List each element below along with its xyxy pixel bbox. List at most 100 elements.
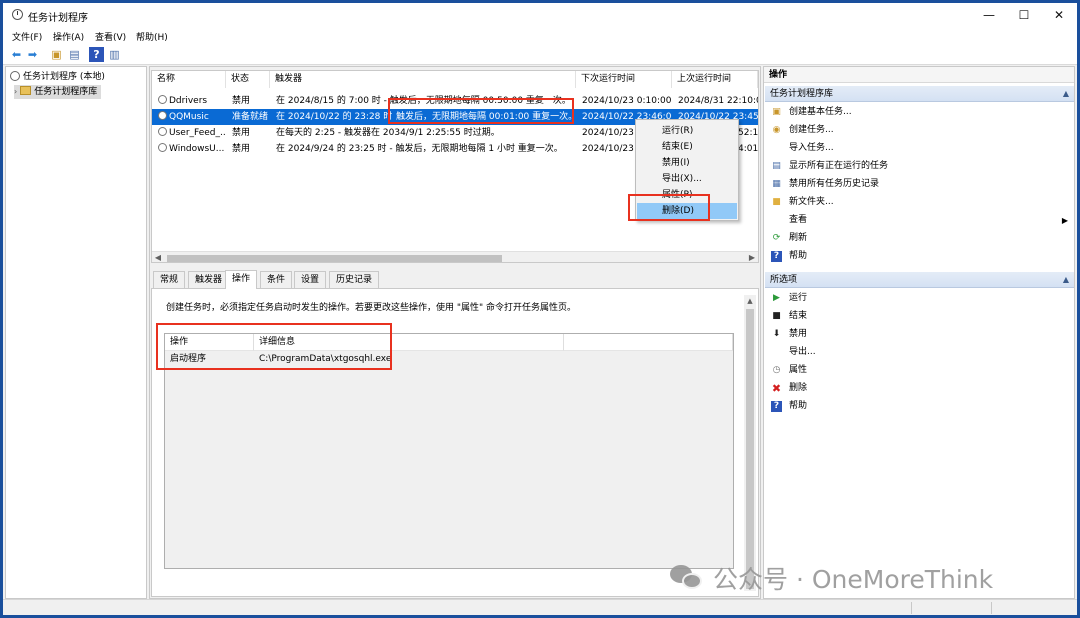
menu-item-properties[interactable]: 属性(P) (637, 187, 737, 203)
menu-item-end[interactable]: 结束(E) (637, 139, 737, 155)
action-import-task[interactable]: 导入任务... (764, 140, 1074, 157)
actions-pane: 操作 任务计划程序库 ▲ ▣ 创建基本任务... ◉ 创建任务... 导入任务...… (763, 66, 1075, 599)
task-details: 常规 触发器 操作 条件 设置 历史记录 创建任务时，必须指定任务启动时发生的操… (151, 270, 759, 597)
task-next-run: 2024/10/23 (582, 144, 634, 154)
action-label: 刷新 (789, 233, 808, 243)
maximize-button[interactable]: ☐ (1007, 3, 1041, 27)
task-trigger-tail: 触发后，无限期地每隔 00:01:00 重复一次。 (396, 112, 576, 122)
task-next-run: 2024/10/23 (582, 128, 634, 138)
tab-conditions[interactable]: 条件 (260, 271, 293, 288)
watermark: 公众号 · OneMoreThink (669, 560, 993, 596)
menu-item-delete[interactable]: 删除(D) (637, 203, 737, 219)
task-trigger: 在 2024/9/24 的 23:25 时 - 触发后，无限期地每隔 1 小时 … (276, 144, 563, 154)
forward-icon[interactable]: ➡ (25, 47, 40, 62)
menu-file[interactable]: 文件(F) (12, 30, 42, 43)
play-icon: ▶ (773, 293, 780, 303)
folder-up-icon[interactable]: ▣ (49, 47, 64, 62)
section-selected[interactable]: 所选项 ▲ (765, 272, 1074, 288)
console-tree-icon[interactable]: ▤ (67, 47, 82, 62)
scroll-right-icon[interactable]: ▶ (746, 252, 758, 262)
minimize-button[interactable]: — (972, 3, 1006, 27)
section-library[interactable]: 任务计划程序库 ▲ (765, 86, 1074, 102)
console-tree: 任务计划程序 (本地) › 任务计划程序库 (5, 66, 147, 599)
col-header-trigger[interactable]: 触发器 (270, 71, 576, 88)
action-label: 显示所有正在运行的任务 (789, 161, 889, 171)
folder-icon (20, 86, 32, 95)
action-label: 创建任务... (789, 125, 834, 135)
task-trigger: 在 2024/10/22 的 23:28 时 (276, 112, 392, 122)
action-label: 删除 (789, 383, 808, 393)
task-name: WindowsU... (169, 144, 225, 154)
action-end[interactable]: ■ 结束 (764, 308, 1074, 325)
scroll-up-icon[interactable]: ▲ (744, 295, 756, 307)
task-last-run: 2024/8/31 22:10:00 (678, 96, 758, 106)
task-status: 禁用 (232, 128, 251, 138)
action-disable[interactable]: ⬇ 禁用 (764, 326, 1074, 343)
action-row[interactable]: 启动程序 C:\ProgramData\xtgosqhl.exe (165, 352, 733, 367)
action-label: 新文件夹... (789, 197, 834, 207)
action-run[interactable]: ▶ 运行 (764, 290, 1074, 307)
help-icon[interactable]: ? (89, 47, 104, 62)
task-name: QQMusic (169, 112, 209, 122)
tab-settings[interactable]: 设置 (294, 271, 327, 288)
menu-item-export[interactable]: 导出(X)... (637, 171, 737, 187)
collapse-icon[interactable]: ▲ (1063, 272, 1069, 288)
task-status: 禁用 (232, 144, 251, 154)
action-label: 运行 (789, 293, 808, 303)
action-label: 属性 (789, 365, 808, 375)
action-help-selected[interactable]: ? 帮助 (764, 398, 1074, 415)
col-header-next-run[interactable]: 下次运行时间 (576, 71, 672, 88)
scroll-left-icon[interactable]: ◀ (152, 252, 164, 262)
collapse-icon[interactable]: ▲ (1063, 86, 1069, 102)
horizontal-scrollbar[interactable]: ◀ ▶ (152, 251, 758, 262)
task-name-cell: WindowsU... (154, 141, 226, 157)
action-properties[interactable]: ◷ 属性 (764, 362, 1074, 379)
vertical-scrollbar[interactable]: ▲ (744, 295, 756, 591)
pane-icon[interactable]: ▥ (107, 47, 122, 62)
back-icon[interactable]: ⬅ (9, 47, 24, 62)
action-refresh[interactable]: ⟳ 刷新 (764, 230, 1074, 247)
col-header-action[interactable]: 操作 (165, 334, 254, 351)
chevron-right-icon[interactable]: › (14, 87, 17, 96)
col-header-name[interactable]: 名称 (152, 71, 226, 88)
action-view[interactable]: 查看 ▶ (764, 212, 1074, 229)
task-status: 禁用 (232, 96, 251, 106)
task-status: 准备就绪 (232, 112, 269, 122)
menu-item-disable[interactable]: 禁用(I) (637, 155, 737, 171)
task-clock-icon (158, 143, 167, 152)
action-delete[interactable]: ✖ 删除 (764, 380, 1074, 397)
tab-actions[interactable]: 操作 (225, 270, 258, 289)
task-row[interactable]: Ddrivers 禁用 在 2024/8/15 的 7:00 时 - 触发后，无… (152, 93, 758, 109)
col-header-details[interactable]: 详细信息 (254, 334, 564, 351)
action-help[interactable]: ? 帮助 (764, 248, 1074, 265)
col-header-status[interactable]: 状态 (226, 71, 270, 88)
tab-general[interactable]: 常规 (153, 271, 186, 288)
tab-history[interactable]: 历史记录 (329, 271, 380, 288)
action-export[interactable]: 导出... (764, 344, 1074, 361)
action-create-basic-task[interactable]: ▣ 创建基本任务... (764, 104, 1074, 121)
menu-item-run[interactable]: 运行(R) (637, 123, 737, 139)
tree-root-label: 任务计划程序 (本地) (23, 72, 105, 82)
close-button[interactable]: ✕ (1042, 3, 1076, 27)
task-name: Ddrivers (169, 96, 208, 106)
menu-view[interactable]: 查看(V) (95, 30, 126, 43)
tree-root[interactable]: 任务计划程序 (本地) (10, 70, 105, 84)
col-header-last-run[interactable]: 上次运行时间 (672, 71, 758, 88)
scrollbar-thumb[interactable] (746, 309, 754, 589)
action-label: 导入任务... (789, 143, 834, 153)
help-icon: ? (771, 251, 782, 262)
menu-help[interactable]: 帮助(H) (136, 30, 168, 43)
col-header-empty (564, 334, 733, 351)
action-label: 帮助 (789, 401, 808, 411)
folder-icon: ■ (772, 197, 781, 207)
action-create-task[interactable]: ◉ 创建任务... (764, 122, 1074, 139)
scrollbar-thumb[interactable] (167, 255, 502, 262)
action-disable-history[interactable]: ▦ 禁用所有任务历史记录 (764, 176, 1074, 193)
action-new-folder[interactable]: ■ 新文件夹... (764, 194, 1074, 211)
tab-triggers[interactable]: 触发器 (188, 271, 230, 288)
menu-action[interactable]: 操作(A) (53, 30, 84, 43)
actions-pane-title: 操作 (764, 67, 1074, 83)
action-show-running[interactable]: ▤ 显示所有正在运行的任务 (764, 158, 1074, 175)
section-library-label: 任务计划程序库 (770, 89, 834, 99)
tree-item-library[interactable]: › 任务计划程序库 (14, 85, 102, 99)
